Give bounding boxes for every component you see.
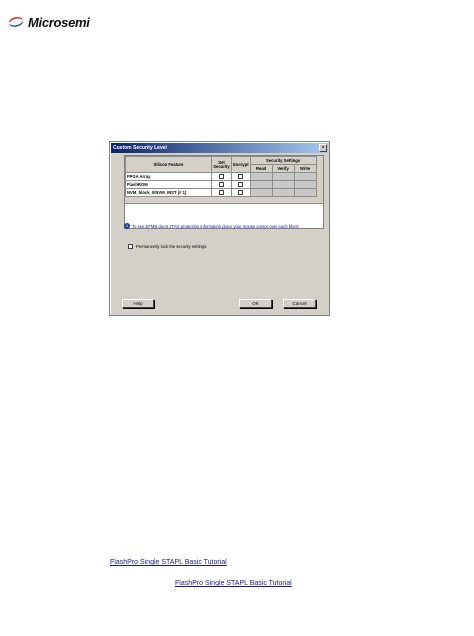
verify-cell bbox=[271, 172, 295, 181]
feature-name: FPGA Array bbox=[125, 172, 212, 181]
feature-name: FlashROM bbox=[125, 180, 212, 189]
custom-security-level-dialog: Custom Security Level × Silicon Feature … bbox=[109, 141, 330, 316]
permanent-lock-checkbox[interactable] bbox=[128, 244, 133, 249]
read-cell bbox=[249, 172, 273, 181]
column-header-security-settings: Security Settings bbox=[249, 156, 317, 165]
table-row[interactable]: FlashROM bbox=[125, 180, 317, 189]
column-header-encrypt: Encrypt bbox=[231, 156, 251, 173]
info-icon: i bbox=[124, 223, 130, 229]
verify-cell bbox=[271, 180, 295, 189]
column-header-read: Read bbox=[249, 164, 273, 173]
column-header-write: Write bbox=[293, 164, 317, 173]
set-security-checkbox[interactable] bbox=[219, 182, 224, 188]
write-cell bbox=[293, 188, 317, 197]
write-cell bbox=[293, 180, 317, 189]
encrypt-checkbox[interactable] bbox=[238, 190, 244, 196]
read-cell bbox=[249, 188, 273, 197]
info-text: To see EFMB client JTAG protection infor… bbox=[132, 223, 299, 229]
permanent-lock-label: Permanently lock the security settings. bbox=[136, 244, 208, 249]
info-message: i To see EFMB client JTAG protection inf… bbox=[124, 223, 299, 229]
table-row[interactable]: NVM_block_0/NVM_INST (# 1) bbox=[125, 188, 317, 197]
table-row[interactable]: FPGA Array bbox=[125, 172, 317, 181]
help-button[interactable]: Help bbox=[122, 299, 154, 308]
feature-name: NVM_block_0/NVM_INST (# 1) bbox=[125, 188, 212, 197]
encrypt-checkbox[interactable] bbox=[238, 182, 244, 188]
microsemi-logo: Microsemi bbox=[6, 12, 90, 32]
column-header-silicon-feature: Silicon Feature bbox=[125, 156, 212, 173]
write-cell bbox=[293, 172, 317, 181]
security-grid: Silicon Feature Set Security Encrypt Sec… bbox=[124, 155, 324, 229]
read-cell bbox=[249, 180, 273, 189]
cancel-button[interactable]: Cancel bbox=[283, 299, 316, 308]
verify-cell bbox=[271, 188, 295, 197]
close-button[interactable]: × bbox=[319, 144, 327, 152]
set-security-checkbox[interactable] bbox=[219, 190, 224, 196]
tutorial-link-footer[interactable]: FlashPro Single STAPL Basic Tutorial bbox=[175, 580, 292, 587]
ok-button[interactable]: OK bbox=[239, 299, 272, 308]
column-header-verify: Verify bbox=[271, 164, 295, 173]
set-security-checkbox[interactable] bbox=[219, 174, 224, 180]
microsemi-swirl-icon bbox=[9, 17, 23, 27]
permanent-lock-option[interactable]: Permanently lock the security settings. bbox=[128, 244, 207, 249]
tutorial-link[interactable]: FlashPro Single STAPL Basic Tutorial bbox=[110, 559, 227, 566]
dialog-title: Custom Security Level bbox=[113, 145, 167, 151]
column-header-set-security: Set Security bbox=[211, 156, 232, 173]
encrypt-checkbox[interactable] bbox=[238, 174, 244, 180]
dialog-titlebar: Custom Security Level × bbox=[111, 143, 328, 153]
logo-text: Microsemi bbox=[28, 14, 90, 30]
